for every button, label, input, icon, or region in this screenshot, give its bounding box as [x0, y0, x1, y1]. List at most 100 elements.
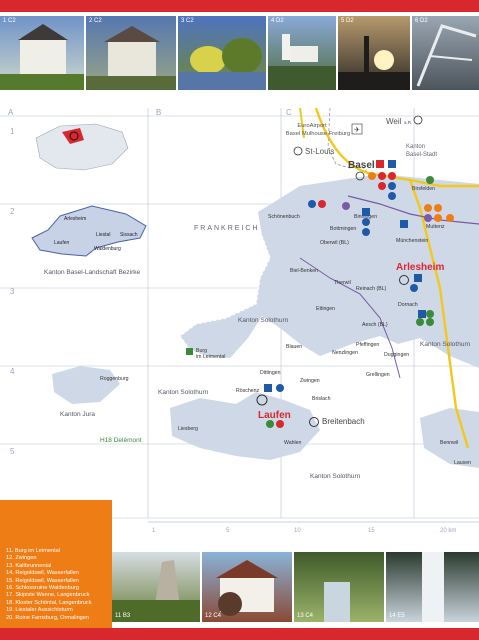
place-grellingen: Grellingen — [366, 372, 390, 378]
place-brislach: Brislach — [312, 396, 331, 402]
place-reinach: Reinach (BL) — [356, 286, 387, 292]
marker-orange-5 — [446, 214, 454, 222]
marker-red-2 — [378, 172, 386, 180]
kanton-bs-2: Basel-Stadt — [406, 152, 437, 158]
legend-item: 15. Reigoldswil, Wasserfallen — [6, 577, 79, 584]
grid-row-1: 1 — [10, 127, 15, 136]
marker-orange — [368, 172, 376, 180]
marker-green-4 — [426, 318, 434, 326]
hotel-icon-4 — [414, 274, 422, 282]
marker-blue-6 — [410, 284, 418, 292]
place-laufen: Laufen — [258, 410, 291, 421]
place-weil: Weil — [386, 117, 402, 126]
photo-code: 6 D2 — [415, 18, 428, 24]
place-schonenbuch: Schönenbuch — [268, 214, 300, 220]
place-breitenbach: Breitenbach — [322, 417, 365, 426]
kanton-jura: Kanton Jura — [60, 411, 95, 418]
svg-text:✈: ✈ — [354, 127, 360, 134]
grid-col-b: B — [156, 108, 161, 117]
marker-purple-2 — [342, 202, 350, 210]
photo-structure: 6 D2 — [412, 16, 479, 90]
place-birsfelden: Birsfelden — [412, 186, 435, 192]
place-aesch: Aesch (BL) — [362, 322, 388, 328]
place-stlouis-circle — [293, 146, 303, 156]
hotel-icon — [388, 160, 396, 168]
place-munchenstein: Münchenstein — [396, 238, 428, 244]
marker-orange-4 — [434, 214, 442, 222]
hotel-icon-2 — [400, 220, 408, 228]
airport-label-2: Basel Mulhouse Freiburg — [286, 131, 350, 137]
legend-item: 16. Schlossruine Waldenburg — [6, 584, 79, 591]
marker-orange-2 — [424, 204, 432, 212]
photo-castle-1: 1 C2 — [0, 16, 84, 90]
photo-code: 13 C4 — [297, 613, 314, 619]
place-roggenburg: Roggenburg — [100, 376, 129, 382]
scale-tick-1: 1 — [152, 528, 156, 534]
marker-orange-3 — [434, 204, 442, 212]
place-dittingen: Dittingen — [260, 370, 281, 376]
marker-blue-4 — [362, 218, 370, 226]
road-h18: H18 Delémont — [100, 437, 142, 444]
photo-code: 11 B3 — [115, 613, 131, 619]
grid-row-5: 5 — [10, 447, 15, 456]
bezirke-inset — [31, 205, 147, 257]
place-therwil: Therwil — [334, 280, 351, 286]
scale-tick-5: 5 — [226, 528, 230, 534]
place-basel: Basel — [348, 160, 375, 171]
marker-red-3 — [388, 172, 396, 180]
place-wahlen: Wahlen — [284, 440, 302, 446]
marker-blue — [388, 182, 396, 190]
legend-item: 17. Skipiste Wanne, Langenbruck — [6, 592, 90, 599]
scale-tick-10: 10 — [294, 528, 301, 534]
grid-row-2: 2 — [10, 207, 15, 216]
label-frankreich: FRANKREICH — [194, 225, 260, 232]
bottom-red-bar — [0, 628, 479, 640]
photo-castle-2: 2 C2 — [86, 16, 176, 90]
place-roschenz: Röschenz — [236, 388, 259, 394]
place-dornach: Dornach — [398, 302, 418, 308]
legend-item: 11. Burg im Leimental — [6, 547, 60, 554]
place-weil-suffix: a.R. — [404, 120, 412, 125]
legend-panel: 11. Burg im Leimental 12. Zwingen 13. Ka… — [0, 500, 112, 640]
marker-red — [376, 160, 384, 168]
photo-code: 4 D2 — [271, 18, 284, 24]
place-pfeffingen: Pfeffingen — [356, 342, 379, 348]
photo-lake: 3 C2 — [178, 16, 266, 90]
airport-label-1: EuroAirport — [297, 123, 327, 129]
legend-item: 20. Ruine Farnsburg, Ormalingen — [6, 614, 90, 621]
place-liesberg: Liesberg — [178, 426, 198, 432]
photo-forest: 13 C4 — [294, 552, 384, 622]
photo-code: 12 C4 — [205, 613, 222, 619]
place-oberwil: Oberwil (BL) — [320, 240, 349, 246]
kanton-so-east: Kanton Solothurn — [420, 341, 471, 348]
scale-tick-20: 20 km — [440, 528, 456, 534]
legend-item: 18. Kloster Schöntal, Langenbruck — [6, 599, 92, 606]
place-weil-circle — [413, 115, 423, 125]
photo-cliffs: 11 B3 — [112, 552, 200, 622]
hotel-icon-6 — [264, 384, 272, 392]
photo-code: 5 D2 — [341, 18, 354, 24]
bezirke-title: Kanton Basel-Landschaft Bezirke — [44, 269, 140, 276]
bezirk-sissach: Sissach — [120, 232, 138, 238]
photo-sunset: 5 D2 — [338, 16, 410, 90]
place-bottmingen: Bottmingen — [330, 226, 356, 232]
marker-burg — [186, 348, 193, 355]
legend-list: 11. Burg im Leimental 12. Zwingen 13. Ka… — [6, 548, 92, 622]
place-lausen: Lausen — [454, 460, 471, 466]
place-zwingen: Zwingen — [300, 378, 320, 384]
legend-item: 19. Liestaler Aussichtsturm — [6, 607, 73, 614]
marker-blue-3 — [308, 200, 316, 208]
kanton-bs-1: Kanton — [406, 144, 425, 150]
bezirk-arlesheim: Arlesheim — [64, 216, 86, 222]
place-muttenz: Muttenz — [426, 224, 445, 230]
scale-tick-15: 15 — [368, 528, 375, 534]
place-nenzlingen: Nenzlingen — [332, 350, 358, 356]
region-roggenburg — [52, 366, 120, 404]
photo-tower: 4 D2 — [268, 16, 336, 90]
marker-blue-7 — [276, 384, 284, 392]
top-red-bar — [0, 0, 479, 12]
kanton-so-south: Kanton Solothurn — [310, 473, 361, 480]
photo-code: 3 C2 — [181, 18, 194, 24]
photo-mill: 12 C4 — [202, 552, 292, 622]
bottom-photo-strip: 11 B3 12 C4 13 C4 14 E5 — [112, 552, 479, 622]
